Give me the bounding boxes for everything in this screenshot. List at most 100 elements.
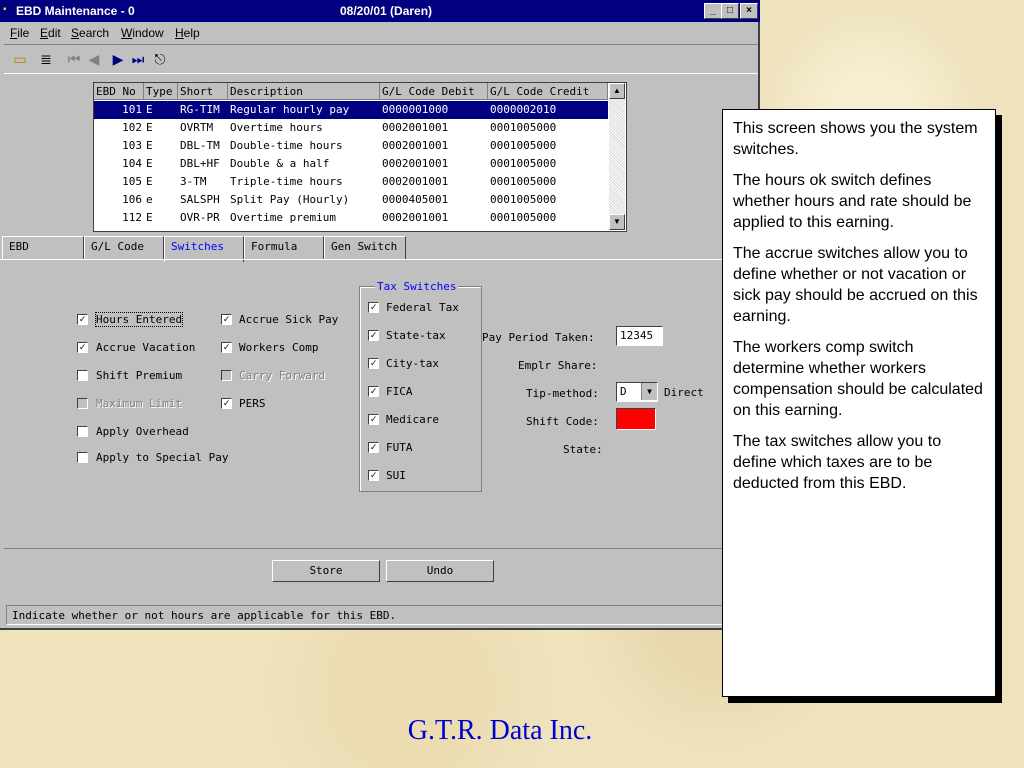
apply-overhead-checkbox[interactable] [77, 426, 88, 437]
apply-special-pay-checkbox[interactable] [77, 452, 88, 463]
table-cell: 0001005000 [490, 157, 557, 170]
city-tax-label: City-tax [386, 357, 439, 370]
close-button[interactable]: × [740, 3, 758, 19]
table-cell: E [146, 139, 153, 152]
table-row[interactable]: 105 E 3-TM Triple-time hours 0002001001 00010… [94, 173, 608, 191]
accrue-sick-pay-checkbox[interactable]: ✓ [221, 314, 232, 325]
next-record-icon[interactable]: ▶ [108, 49, 128, 69]
table-cell: E [146, 157, 153, 170]
workers-comp-checkbox[interactable]: ✓ [221, 342, 232, 353]
print-icon[interactable]: ≣ [36, 49, 56, 69]
prev-record-icon[interactable]: ◀ [84, 49, 104, 69]
fica-checkbox[interactable]: ✓ [368, 386, 379, 397]
table-cell: 103 [122, 139, 142, 152]
menu-help[interactable]: Help [175, 26, 200, 40]
table-cell: 0001005000 [490, 139, 557, 152]
tab-ebd[interactable]: EBD [2, 236, 84, 259]
hours-entered-label: Hours Entered [94, 312, 184, 327]
menu-bar: File Edit Search Window Help [0, 23, 760, 43]
note-1: This screen shows you the system switche… [733, 120, 978, 158]
hours-entered-checkbox[interactable]: ✓ [77, 314, 88, 325]
col-header-gl-debit[interactable]: G/L Code Debit [380, 83, 488, 100]
undo-button[interactable]: Undo [386, 560, 494, 582]
table-row[interactable]: 101 E RG-TIM Regular hourly pay 0000001000 00… [94, 101, 608, 119]
shift-code-color-swatch[interactable] [616, 408, 656, 430]
app-icon: ▪ [3, 4, 7, 15]
table-cell: Triple-time hours [230, 175, 343, 188]
tab-gl-code[interactable]: G/L Code [84, 236, 164, 259]
ebd-grid[interactable]: EBD No Type Short Description G/L Code D… [93, 82, 627, 232]
button-area: Store Undo [4, 548, 756, 595]
table-row[interactable]: 106 e SALSPH Split Pay (Hourly) 0000405001 00… [94, 191, 608, 209]
scroll-down-icon[interactable]: ▼ [609, 214, 625, 230]
pay-period-input[interactable]: 12345 [616, 326, 663, 346]
first-record-icon[interactable]: ⏮ [64, 49, 84, 69]
tip-method-select[interactable]: D ▼ [616, 382, 658, 402]
table-cell: 0002001001 [382, 157, 449, 170]
col-header-gl-credit[interactable]: G/L Code Credit [488, 83, 608, 100]
table-cell: 0002001001 [382, 121, 449, 134]
new-folder-icon[interactable]: ▭ [10, 49, 30, 69]
table-cell: RG-TIM [180, 103, 220, 116]
federal-tax-checkbox[interactable]: ✓ [368, 302, 379, 313]
table-row[interactable]: 112 E OVR-PR Overtime premium 0002001001 0001… [94, 209, 608, 227]
tab-underline [0, 259, 758, 260]
menu-search[interactable]: Search [71, 26, 109, 40]
minimize-button[interactable]: _ [704, 3, 722, 19]
table-row[interactable]: 104 E DBL+HF Double & a half 0002001001 00010… [94, 155, 608, 173]
table-cell: E [146, 211, 153, 224]
table-cell: E [146, 103, 153, 116]
last-record-icon[interactable]: ⏭ [128, 49, 148, 69]
maximum-limit-checkbox [77, 398, 88, 409]
menu-file[interactable]: File [10, 26, 29, 40]
window-title: EBD Maintenance - 0 [16, 4, 135, 18]
pers-checkbox[interactable]: ✓ [221, 398, 232, 409]
tab-formula[interactable]: Formula [244, 236, 324, 259]
medicare-checkbox[interactable]: ✓ [368, 414, 379, 425]
state-tax-checkbox[interactable]: ✓ [368, 330, 379, 341]
menu-edit[interactable]: Edit [40, 26, 61, 40]
table-cell: 0002001001 [382, 139, 449, 152]
maximize-button[interactable]: □ [721, 3, 739, 19]
col-header-description[interactable]: Description [228, 83, 380, 100]
col-header-ebd-no[interactable]: EBD No [94, 83, 144, 100]
table-cell: 0001005000 [490, 193, 557, 206]
futa-checkbox[interactable]: ✓ [368, 442, 379, 453]
exit-icon[interactable]: ⎋ [150, 49, 170, 69]
store-button[interactable]: Store [272, 560, 380, 582]
fica-label: FICA [386, 385, 413, 398]
sui-checkbox[interactable]: ✓ [368, 470, 379, 481]
city-tax-checkbox[interactable]: ✓ [368, 358, 379, 369]
pers-label: PERS [239, 397, 266, 410]
tab-gen-switch[interactable]: Gen Switch [324, 236, 406, 259]
table-cell: 106 [122, 193, 142, 206]
table-cell: 102 [122, 121, 142, 134]
accrue-vacation-checkbox[interactable]: ✓ [77, 342, 88, 353]
table-cell: DBL-TM [180, 139, 220, 152]
col-header-type[interactable]: Type [144, 83, 178, 100]
table-cell: 112 [122, 211, 142, 224]
title-bar[interactable]: ▪ EBD Maintenance - 0 08/20/01 (Daren) _… [0, 0, 760, 22]
note-5: The tax switches allow you to define whi… [733, 433, 942, 492]
table-row[interactable]: 102 E OVRTM Overtime hours 0002001001 0001005… [94, 119, 608, 137]
maximum-limit-label: Maximum Limit [96, 397, 183, 410]
note-2: The hours ok switch defines whether hour… [733, 172, 972, 231]
shift-premium-checkbox[interactable] [77, 370, 88, 381]
table-cell: e [146, 193, 153, 206]
shift-premium-label: Shift Premium [96, 369, 183, 382]
note-3: The accrue switches allow you to define … [733, 245, 978, 325]
dropdown-arrow-icon[interactable]: ▼ [641, 383, 657, 400]
tip-method-value: D [620, 385, 627, 398]
menu-window[interactable]: Window [121, 26, 164, 40]
col-header-short[interactable]: Short [178, 83, 228, 100]
scroll-up-icon[interactable]: ▲ [609, 83, 625, 99]
workers-comp-label: Workers Comp [239, 341, 319, 354]
footer-company: G.T.R. Data Inc. [407, 715, 593, 746]
table-row[interactable]: 103 E DBL-TM Double-time hours 0002001001 000… [94, 137, 608, 155]
grid-scrollbar[interactable]: ▲ ▼ [609, 83, 625, 230]
table-cell: 101 [122, 103, 142, 116]
pay-period-label: Pay Period Taken: [482, 331, 595, 344]
futa-label: FUTA [386, 441, 413, 454]
emplr-share-label: Emplr Share: [518, 359, 598, 372]
tab-bar: EBD G/L Code Switches Formula Gen Switch [0, 236, 760, 262]
